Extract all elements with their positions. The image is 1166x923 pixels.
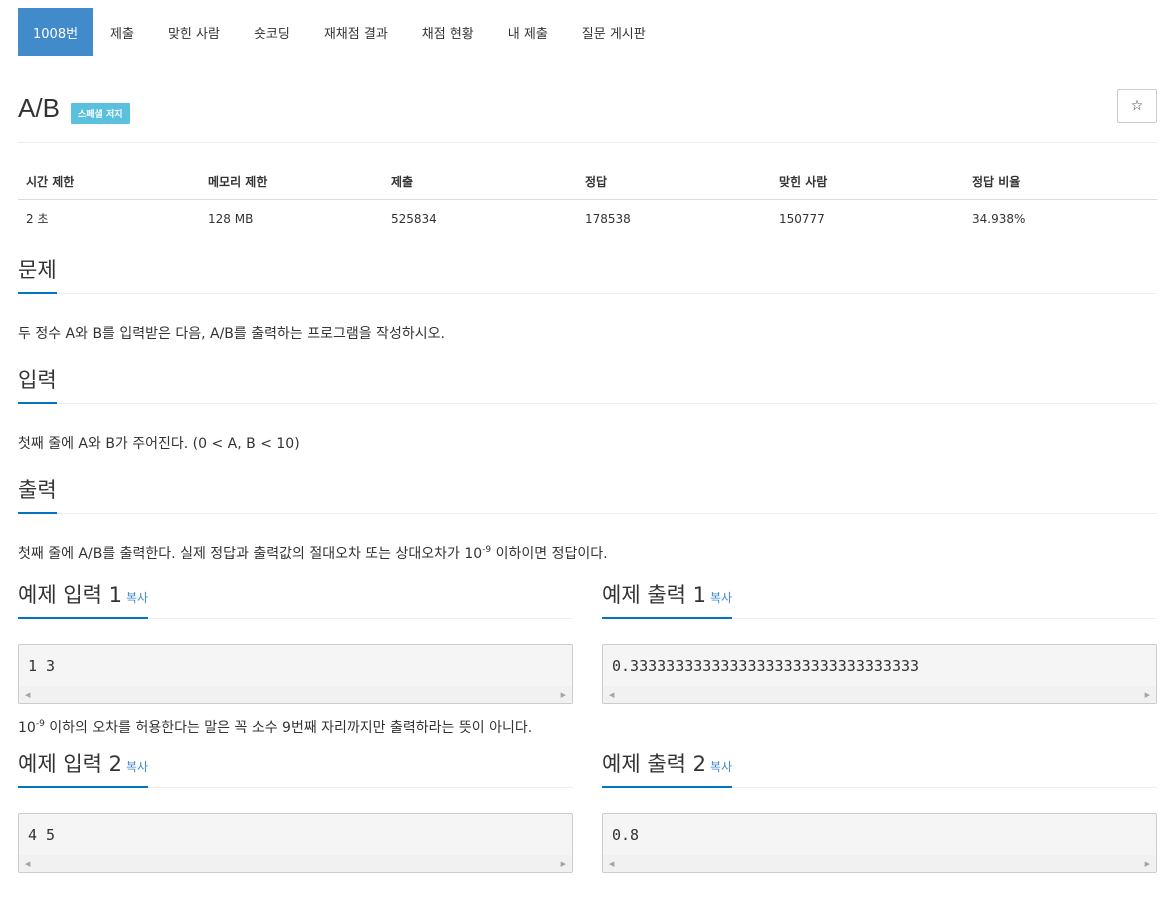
horizontal-scrollbar[interactable]: ◀ ▶ [603,855,1156,872]
sample-input-2-code: 4 5 [28,826,56,844]
sample-output-2-box[interactable]: 0.8 ◀ ▶ [602,813,1157,873]
scroll-right-icon[interactable]: ▶ [561,860,566,868]
tab-short-coding[interactable]: 숏코딩 [237,8,307,56]
tab-board[interactable]: 질문 게시판 [565,8,663,56]
tab-submit[interactable]: 제출 [93,8,151,56]
problem-info-table: 시간 제한 메모리 제한 제출 정답 맞힌 사람 정답 비율 2 초 128 M… [18,165,1157,237]
sample-output-2: 예제 출력 2 복사 0.8 ◀ ▶ [602,752,1157,873]
sample-input-1-header: 예제 입력 1 복사 [18,583,573,619]
output-description: 첫째 줄에 A/B를 출력한다. 실제 정답과 출력값의 절대오차 또는 상대오… [18,514,1157,564]
submissions-value: 525834 [391,211,437,226]
sample-input-1-heading: 예제 입력 1 복사 [18,579,149,619]
tab-problem[interactable]: 1008번 [18,8,94,56]
note-base: 10 [18,720,36,736]
scroll-right-icon[interactable]: ▶ [1145,860,1150,868]
header-accepted: 정답 [577,165,771,200]
header-memory-limit: 메모리 제한 [200,165,383,200]
sample-input-2-heading: 예제 입력 2 복사 [18,748,149,788]
header-submissions: 제출 [383,165,577,200]
accepted-value: 178538 [585,211,631,226]
sample-output-1-box[interactable]: 0.33333333333333333333333333333333 ◀ ▶ [602,644,1157,704]
header-solvers: 맞힌 사람 [771,165,964,200]
solvers-value: 150777 [779,211,825,226]
sample-output-1-code: 0.33333333333333333333333333333333 [612,657,920,675]
sample-output-2-heading: 예제 출력 2 복사 [602,748,733,788]
input-heading: 입력 [18,364,57,404]
output-text-tail: 이하이면 정답이다. [491,546,608,562]
tab-rejudge-results[interactable]: 재채점 결과 [307,8,405,56]
copy-link[interactable]: 복사 [710,591,732,605]
sample-output-1-heading: 예제 출력 1 복사 [602,579,733,619]
scroll-right-icon[interactable]: ▶ [1145,691,1150,699]
sample-output-1-header: 예제 출력 1 복사 [602,583,1157,619]
output-text: 첫째 줄에 A/B를 출력한다. 실제 정답과 출력값의 절대오차 또는 상대오… [18,546,483,562]
problem-tabs: 1008번 제출 맞힌 사람 숏코딩 재채점 결과 채점 현황 내 제출 질문 … [18,8,1157,56]
tab-solvers[interactable]: 맞힌 사람 [151,8,237,56]
sample-input-2-box[interactable]: 4 5 ◀ ▶ [18,813,573,873]
header-ratio: 정답 비율 [964,165,1157,200]
sample-row-2: 예제 입력 2 복사 4 5 ◀ ▶ 예제 출력 2 복사 0.8 ◀ ▶ [18,752,1157,873]
problem-section-header: 문제 [18,258,1157,294]
page-title: A/B [18,93,60,123]
scroll-right-icon[interactable]: ▶ [561,691,566,699]
copy-link[interactable]: 복사 [126,591,148,605]
problem-heading: 문제 [18,254,57,294]
sample-input-1: 예제 입력 1 복사 1 3 ◀ ▶ [18,583,573,704]
star-button[interactable]: ☆ [1117,89,1157,123]
time-limit-value: 2 초 [26,212,49,226]
table-row: 2 초 128 MB 525834 178538 150777 34.938% [18,200,1157,238]
sample-row-1: 예제 입력 1 복사 1 3 ◀ ▶ 예제 출력 1 복사 0.33333333333… [18,583,1157,704]
output-section-header: 출력 [18,478,1157,514]
copy-link[interactable]: 복사 [126,760,148,774]
header-time-limit: 시간 제한 [18,165,200,200]
note-exponent: -9 [35,719,45,729]
horizontal-scrollbar[interactable]: ◀ ▶ [19,686,572,703]
output-exponent: -9 [482,545,492,555]
sample-input-2: 예제 입력 2 복사 4 5 ◀ ▶ [18,752,573,873]
sample-output-2-code: 0.8 [612,826,640,844]
scroll-left-icon[interactable]: ◀ [25,691,30,699]
output-heading: 출력 [18,474,57,514]
sample-note: 10-9 이하의 오차를 허용한다는 말은 꼭 소수 9번째 자리까지만 출력하… [18,704,1157,738]
memory-limit-value: 128 MB [208,211,254,226]
scroll-left-icon[interactable]: ◀ [25,860,30,868]
note-text: 이하의 오차를 허용한다는 말은 꼭 소수 9번째 자리까지만 출력하라는 뜻이… [44,720,533,736]
title-row: A/B 스페셜 저지 ☆ [18,56,1157,143]
scroll-left-icon[interactable]: ◀ [609,860,614,868]
star-icon: ☆ [1130,98,1144,114]
table-header-row: 시간 제한 메모리 제한 제출 정답 맞힌 사람 정답 비율 [18,165,1157,200]
input-section-header: 입력 [18,368,1157,404]
copy-link[interactable]: 복사 [710,760,732,774]
sample-output-2-header: 예제 출력 2 복사 [602,752,1157,788]
tab-my-submissions[interactable]: 내 제출 [491,8,565,56]
problem-description: 두 정수 A와 B를 입력받은 다음, A/B를 출력하는 프로그램을 작성하시… [18,326,445,342]
problem-page: 1008번 제출 맞힌 사람 숏코딩 재채점 결과 채점 현황 내 제출 질문 … [0,8,1166,923]
ratio-value: 34.938% [972,211,1026,226]
special-judge-badge: 스페셜 저지 [71,103,130,124]
sample-input-1-box[interactable]: 1 3 ◀ ▶ [18,644,573,704]
horizontal-scrollbar[interactable]: ◀ ▶ [19,855,572,872]
sample-input-2-header: 예제 입력 2 복사 [18,752,573,788]
input-description: 첫째 줄에 A와 B가 주어진다. (0 < A, B < 10) [18,436,300,452]
tab-status[interactable]: 채점 현황 [405,8,491,56]
sample-output-1: 예제 출력 1 복사 0.3333333333333333333333333333… [602,583,1157,704]
sample-input-1-code: 1 3 [28,657,56,675]
horizontal-scrollbar[interactable]: ◀ ▶ [603,686,1156,703]
scroll-left-icon[interactable]: ◀ [609,691,614,699]
